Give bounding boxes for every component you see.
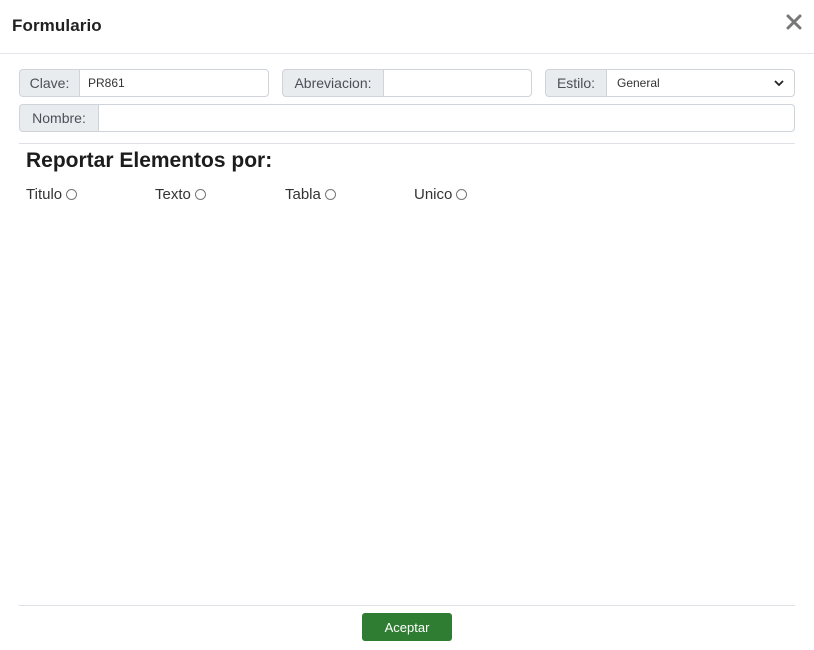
clave-input[interactable]: PR861	[79, 69, 269, 97]
footer-divider	[19, 605, 795, 606]
close-icon[interactable]	[784, 12, 804, 32]
radio-unico[interactable]: Unico	[414, 186, 468, 203]
radio-label: Unico	[414, 186, 453, 203]
radio-tabla[interactable]: Tabla	[285, 186, 336, 203]
nombre-group: Nombre:	[19, 104, 795, 132]
radio-titulo[interactable]: Titulo	[26, 186, 78, 203]
radio-circle-icon[interactable]	[324, 189, 336, 200]
radio-texto[interactable]: Texto	[155, 186, 206, 203]
accept-button[interactable]: Aceptar	[362, 613, 452, 641]
estilo-group: Estilo: General	[545, 69, 795, 97]
divider	[19, 143, 795, 144]
radio-circle-icon[interactable]	[456, 189, 468, 200]
radio-circle-icon[interactable]	[194, 189, 206, 200]
radio-label: Texto	[155, 186, 191, 203]
report-section-title: Reportar Elementos por:	[26, 149, 273, 172]
radio-circle-icon[interactable]	[66, 189, 78, 200]
estilo-select[interactable]: General	[606, 69, 795, 97]
clave-group: Clave: PR861	[19, 69, 269, 97]
radio-label: Titulo	[26, 186, 63, 203]
abreviacion-label: Abreviacion:	[282, 69, 383, 97]
nombre-label: Nombre:	[19, 104, 98, 132]
chevron-down-icon	[774, 80, 784, 87]
form-modal: Formulario Clave: PR861 Abreviacion: Est…	[0, 0, 814, 650]
radio-label: Tabla	[285, 186, 321, 203]
clave-label: Clave:	[19, 69, 79, 97]
abreviacion-group: Abreviacion:	[282, 69, 532, 97]
nombre-input[interactable]	[98, 104, 795, 132]
modal-header: Formulario	[0, 0, 814, 54]
estilo-label: Estilo:	[545, 69, 606, 97]
abreviacion-input[interactable]	[383, 69, 532, 97]
modal-title: Formulario	[12, 16, 102, 35]
estilo-selected-value: General	[617, 76, 660, 90]
